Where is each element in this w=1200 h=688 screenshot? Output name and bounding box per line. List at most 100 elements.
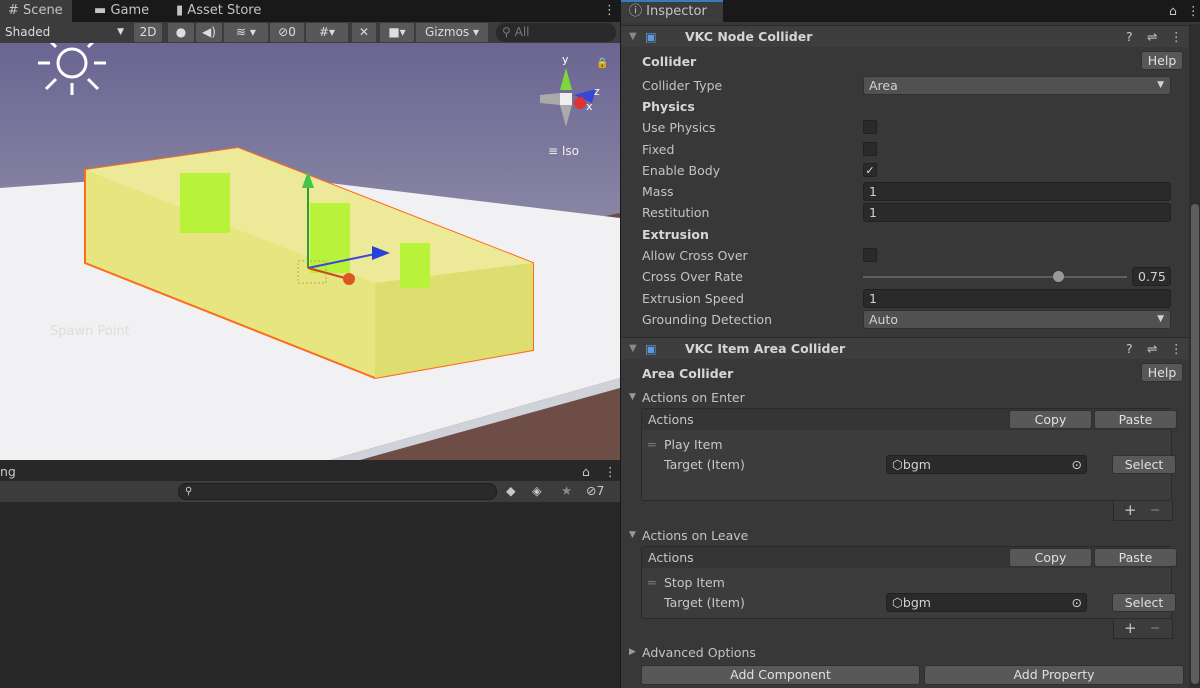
paste-button[interactable]: Paste [1094, 410, 1177, 429]
grid-snap-icon[interactable]: #▾ [306, 23, 348, 42]
info-icon: ⓘ [629, 4, 643, 19]
tab-game[interactable]: ▬ Game [86, 0, 157, 22]
scene-viewport[interactable]: y z x 🔒 ≡ Iso Spawn Point [0, 43, 620, 460]
effects-icon[interactable]: ≋ ▾ [224, 23, 268, 42]
object-picker-icon: ⊙ [1071, 595, 1082, 610]
gamepad-icon: ▬ [94, 3, 107, 18]
more-menu-icon[interactable]: ⋮ [604, 462, 617, 481]
lock-icon[interactable]: 🔒 [596, 57, 608, 69]
foldout-arrow-icon[interactable]: ▼ [629, 338, 637, 360]
copy-button[interactable]: Copy [1009, 410, 1092, 429]
grounding-detection-dropdown[interactable]: Auto ▼ [863, 310, 1171, 329]
list-footer: + − [1113, 501, 1173, 521]
target-item-field[interactable]: ⬡bgm ⊙ [886, 455, 1087, 474]
axis-y-label: y [562, 53, 569, 66]
object-picker-icon: ⊙ [1071, 457, 1082, 472]
help-button[interactable]: Help [1141, 363, 1183, 382]
more-menu-icon[interactable]: ⋮ [1170, 338, 1183, 360]
allow-cross-over-checkbox[interactable] [863, 248, 877, 262]
tab-scene[interactable]: # Scene [0, 0, 72, 22]
add-button[interactable]: + [1124, 619, 1137, 637]
eye-slash-icon: ⊘ [278, 25, 289, 39]
help-icon[interactable]: ? [1126, 26, 1133, 48]
drag-handle-icon[interactable]: ═ [648, 437, 656, 452]
component-header-node-collider[interactable]: ▼ ▣ VKC Node Collider ? ⇌ ⋮ [621, 25, 1188, 47]
select-button[interactable]: Select [1112, 593, 1176, 612]
hidden-objects-toggle[interactable]: ⊘0 [270, 23, 304, 42]
2d-toggle[interactable]: 2D [134, 23, 162, 42]
type-filter-icon[interactable]: ◆ [506, 483, 516, 498]
hierarchy-header: ng ⌂ ⋮ [0, 462, 620, 481]
help-icon[interactable]: ? [1126, 338, 1133, 360]
presets-icon[interactable]: ⇌ [1147, 338, 1157, 360]
select-button[interactable]: Select [1112, 455, 1176, 474]
hidden-count[interactable]: ⊘7 [586, 483, 604, 498]
search-icon: ⚲ [502, 25, 515, 39]
extrusion-speed-input[interactable]: 1 [863, 289, 1171, 308]
add-button[interactable]: + [1124, 501, 1137, 519]
copy-button[interactable]: Copy [1009, 548, 1092, 567]
shading-dropdown[interactable]: Shaded ▼ [0, 23, 130, 42]
remove-button[interactable]: − [1150, 501, 1160, 519]
mass-input[interactable]: 1 [863, 182, 1171, 201]
more-menu-icon[interactable]: ⋮ [1187, 3, 1200, 18]
lock-icon[interactable]: ⌂ [1169, 3, 1177, 18]
hierarchy-panel: ng ⌂ ⋮ ⚲ ◆ ◈ ★ ⊘7 [0, 460, 620, 688]
script-icon: ▣ [645, 29, 657, 44]
cross-over-rate-input[interactable]: 0.75 [1132, 267, 1171, 286]
actions-on-leave-list: Actions Copy Paste ═ Stop Item Target (I… [641, 546, 1177, 619]
tab-inspector[interactable]: ⓘ Inspector [621, 0, 723, 22]
inspector-tab-bar: ⓘ Inspector ⌂ ⋮ [621, 0, 1200, 22]
fixed-checkbox[interactable] [863, 142, 877, 156]
scene-canvas: y z x 🔒 ≡ Iso Spawn Point [0, 43, 620, 460]
enable-body-checkbox[interactable]: ✓ [863, 163, 877, 177]
axis-x-label: x [586, 100, 593, 113]
spawn-point-label: Spawn Point [50, 324, 130, 339]
axis-z-label: z [594, 85, 600, 98]
x-handle[interactable] [343, 273, 355, 285]
chevron-down-icon: ▼ [1157, 314, 1164, 324]
paste-button[interactable]: Paste [1094, 548, 1177, 567]
advanced-options-foldout[interactable]: ▶ Advanced Options [621, 642, 1188, 663]
more-menu-icon[interactable]: ⋮ [1170, 26, 1183, 48]
inspector-panel: ⓘ Inspector ⌂ ⋮ ▼ ▣ VKC Node Collider ? … [620, 0, 1200, 688]
scene-search-input[interactable]: ⚲ All [496, 23, 616, 42]
actions-on-enter-foldout[interactable]: ▼ Actions on Enter [621, 387, 1188, 408]
hierarchy-toolbar: ⚲ ◆ ◈ ★ ⊘7 [0, 481, 620, 502]
star-icon[interactable]: ★ [561, 483, 572, 498]
hierarchy-search-input[interactable]: ⚲ [178, 483, 497, 500]
target-item-field[interactable]: ⬡bgm ⊙ [886, 593, 1087, 612]
lighting-icon[interactable]: ● [168, 23, 194, 42]
tab-asset-store[interactable]: ▮ Asset Store [168, 0, 269, 22]
use-physics-checkbox[interactable] [863, 120, 877, 134]
remove-button[interactable]: − [1150, 619, 1160, 637]
collider-type-dropdown[interactable]: Area ▼ [863, 76, 1171, 95]
drag-handle-icon[interactable]: ═ [648, 575, 656, 590]
add-component-button[interactable]: Add Component [641, 665, 920, 685]
cross-over-rate-slider[interactable] [863, 276, 1127, 278]
eye-slash-icon: ⊘ [586, 483, 597, 498]
cube-icon: ⬡ [892, 595, 903, 610]
tools-icon[interactable]: ✕ [352, 23, 376, 42]
search-icon: ⚲ [185, 486, 193, 497]
help-button[interactable]: Help [1141, 51, 1183, 70]
lock-icon[interactable]: ⌂ [582, 462, 590, 481]
projection-label[interactable]: ≡ Iso [548, 144, 579, 158]
audio-icon[interactable]: ◀) [196, 23, 222, 42]
label-filter-icon[interactable]: ◈ [532, 483, 542, 498]
actions-on-enter-list: Actions Copy Paste ═ Play Item Target (I… [641, 408, 1177, 501]
presets-icon[interactable]: ⇌ [1147, 26, 1157, 48]
inspector-content: ▼ ▣ VKC Node Collider ? ⇌ ⋮ Collider Help… [621, 25, 1188, 688]
actions-on-leave-foldout[interactable]: ▼ Actions on Leave [621, 525, 1188, 546]
bag-icon: ▮ [176, 3, 184, 18]
foldout-arrow-icon[interactable]: ▼ [629, 26, 637, 48]
gizmos-dropdown[interactable]: Gizmos ▾ [416, 23, 488, 42]
slider-handle[interactable] [1053, 271, 1064, 282]
restitution-input[interactable]: 1 [863, 203, 1171, 222]
camera-icon[interactable]: ■▾ [380, 23, 414, 42]
scene-tab-bar: # Scene ▬ Game ▮ Asset Store ⋮ [0, 0, 620, 22]
add-property-button[interactable]: Add Property [924, 665, 1184, 685]
list-footer: + − [1113, 619, 1173, 639]
scrollbar[interactable] [1189, 24, 1200, 688]
component-header-item-area-collider[interactable]: ▼ ▣ VKC Item Area Collider ? ⇌ ⋮ [621, 337, 1188, 359]
